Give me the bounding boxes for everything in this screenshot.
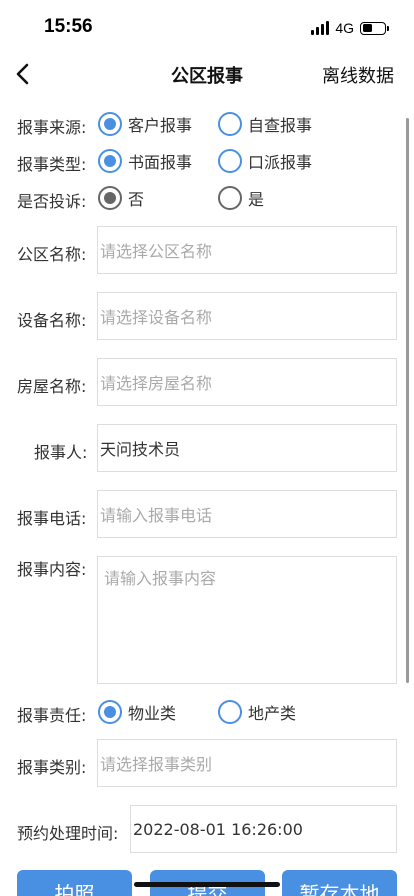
report-source-row: 报事来源: 客户报事 自查报事 xyxy=(0,106,414,142)
reporter-label: 报事人: xyxy=(34,443,88,462)
status-bar: 15:56 4G xyxy=(0,0,414,52)
report-type-row: 报事类型: 书面报事 口派报事 xyxy=(0,143,414,179)
scrollbar[interactable] xyxy=(406,118,409,683)
radio-complaint-yes[interactable]: 是 xyxy=(218,186,264,210)
radio-written-report[interactable]: 书面报事 xyxy=(98,149,192,173)
battery-icon xyxy=(360,21,389,35)
radio-real-estate-type[interactable]: 地产类 xyxy=(218,700,296,724)
complaint-label: 是否投诉: xyxy=(17,192,87,211)
radio-unchecked-icon xyxy=(218,112,242,136)
appointment-time-picker[interactable]: 2022-08-01 16:26:00 xyxy=(130,805,397,853)
appointment-label: 预约处理时间: xyxy=(17,824,119,843)
home-indicator xyxy=(134,882,280,887)
offline-data-button[interactable]: 离线数据 xyxy=(322,62,394,88)
category-select[interactable]: 请选择报事类别 xyxy=(97,739,397,787)
radio-unchecked-icon xyxy=(218,700,242,724)
report-source-label: 报事来源: xyxy=(17,118,87,137)
radio-checked-icon xyxy=(98,149,122,173)
radio-checked-icon xyxy=(98,700,122,724)
signal-icon xyxy=(311,21,330,35)
radio-label: 否 xyxy=(128,190,145,209)
radio-self-check-report[interactable]: 自查报事 xyxy=(218,112,312,136)
status-time: 15:56 xyxy=(44,16,93,37)
area-name-label: 公区名称: xyxy=(17,245,87,264)
radio-label: 自查报事 xyxy=(248,116,313,135)
nav-bar: 公区报事 离线数据 xyxy=(0,52,414,96)
category-label: 报事类别: xyxy=(17,758,87,777)
reporter-input[interactable]: 天问技术员 xyxy=(97,424,397,472)
radio-label: 客户报事 xyxy=(128,116,193,135)
radio-unchecked-icon xyxy=(218,186,242,210)
radio-property-type[interactable]: 物业类 xyxy=(98,700,176,724)
house-name-select[interactable]: 请选择房屋名称 xyxy=(97,358,397,406)
radio-label: 地产类 xyxy=(248,704,297,723)
save-local-button[interactable]: 暂存本地 xyxy=(282,870,397,896)
radio-complaint-no[interactable]: 否 xyxy=(98,186,144,210)
device-name-select[interactable]: 请选择设备名称 xyxy=(97,292,397,340)
phone-input[interactable]: 请输入报事电话 xyxy=(97,490,397,538)
radio-verbal-report[interactable]: 口派报事 xyxy=(218,149,312,173)
radio-checked-icon xyxy=(98,112,122,136)
area-name-select[interactable]: 请选择公区名称 xyxy=(97,226,397,274)
photo-button[interactable]: 拍照 xyxy=(17,870,132,896)
phone-label: 报事电话: xyxy=(17,509,87,528)
radio-customer-report[interactable]: 客户报事 xyxy=(98,112,192,136)
report-type-label: 报事类型: xyxy=(17,155,87,174)
content-label: 报事内容: xyxy=(17,560,87,579)
network-type: 4G xyxy=(335,20,354,36)
complaint-row: 是否投诉: 否 是 xyxy=(0,180,414,216)
house-name-label: 房屋名称: xyxy=(17,377,87,396)
radio-checked-icon xyxy=(98,186,122,210)
radio-label: 书面报事 xyxy=(128,153,193,172)
radio-unchecked-icon xyxy=(218,149,242,173)
radio-label: 物业类 xyxy=(128,704,177,723)
radio-label: 是 xyxy=(248,190,265,209)
radio-label: 口派报事 xyxy=(248,153,313,172)
device-name-label: 设备名称: xyxy=(17,311,87,330)
responsibility-label: 报事责任: xyxy=(17,706,87,725)
content-textarea[interactable]: 请输入报事内容 xyxy=(97,556,397,684)
responsibility-row: 报事责任: 物业类 地产类 xyxy=(0,694,414,730)
status-indicators: 4G xyxy=(311,20,389,36)
